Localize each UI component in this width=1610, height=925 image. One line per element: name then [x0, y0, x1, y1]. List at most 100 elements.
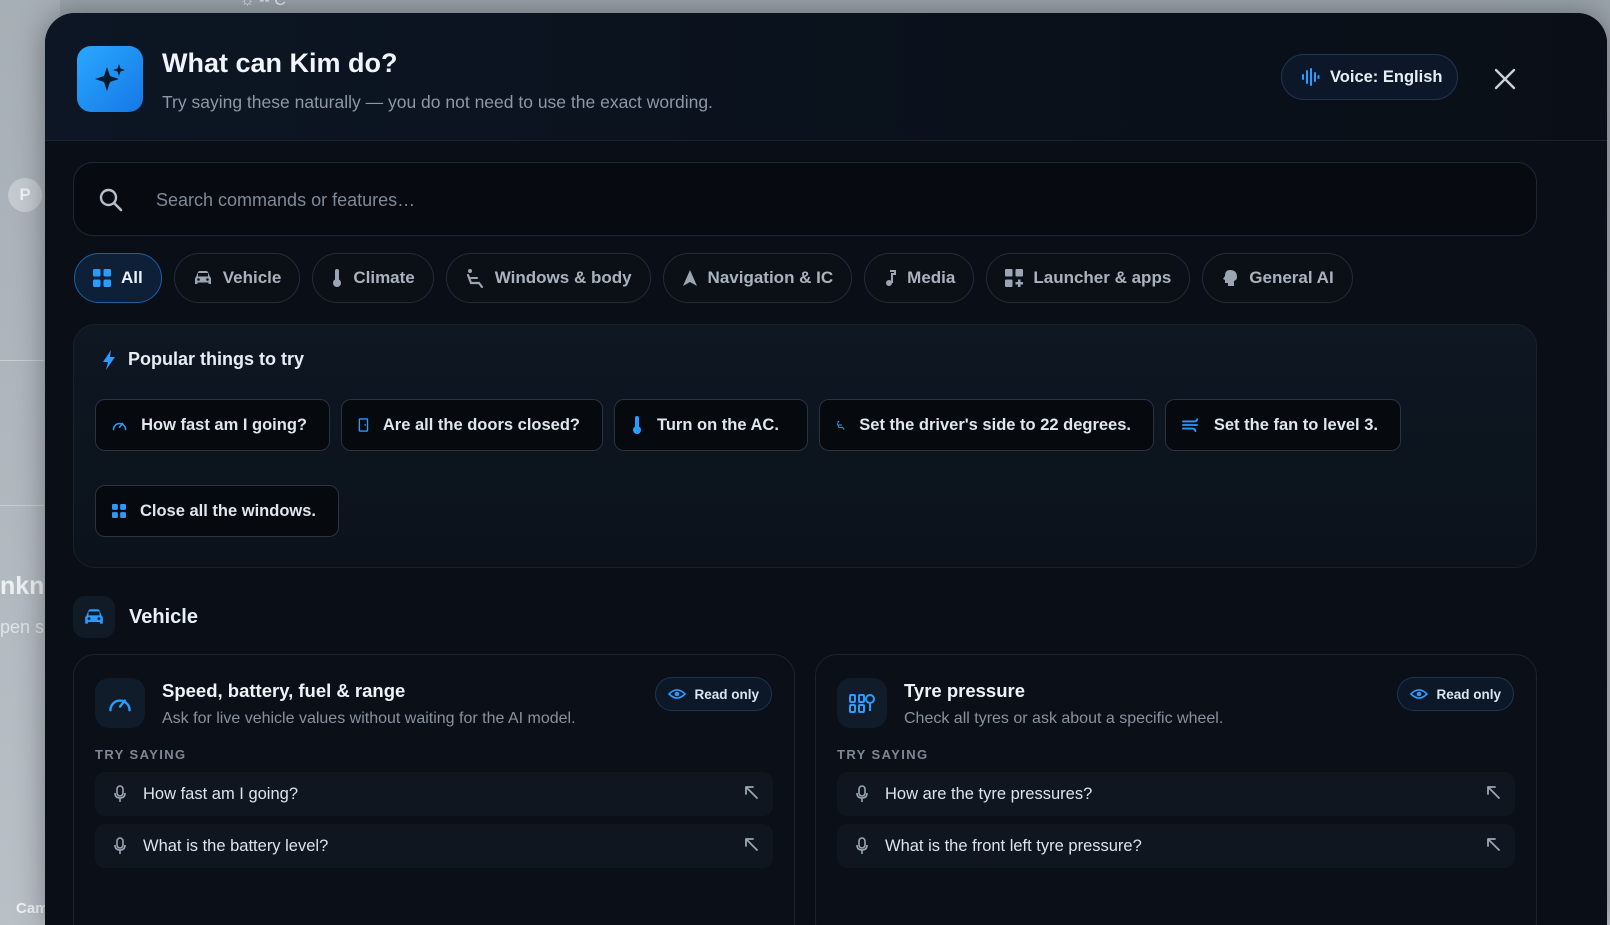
filter-chip-label: Windows & body [494, 268, 632, 287]
filter-chip-navigation[interactable]: Navigation & IC [662, 253, 853, 303]
filter-chip-media[interactable]: Media [864, 253, 975, 303]
voice-label: Voice: English [1330, 67, 1443, 86]
filter-chip-label: Navigation & IC [707, 268, 834, 287]
arrow-up-left-icon[interactable] [1485, 784, 1501, 800]
modal-title: What can Kim do? [162, 48, 398, 78]
category-filters: All Vehicle Climate Windows & body Navig… [74, 253, 1353, 303]
background-camera-label: Cam [16, 900, 49, 917]
filter-chip-label: General AI [1249, 268, 1334, 287]
microphone-icon [111, 785, 129, 803]
modal-header: What can Kim do? Try saying these natura… [45, 13, 1607, 141]
fan-icon [1182, 418, 1199, 433]
modal-subtitle: Try saying these naturally — you do not … [162, 92, 713, 112]
thermometer-icon [633, 416, 641, 434]
popular-commands-panel: Popular things to try How fast am I goin… [73, 324, 1537, 568]
microphone-icon [111, 837, 129, 855]
background-avatar: P [8, 178, 42, 212]
phrase-row[interactable]: How are the tyre pressures? [837, 772, 1515, 816]
phrase-text: How are the tyre pressures? [885, 784, 1093, 803]
car-icon [85, 609, 103, 624]
arrow-up-left-icon[interactable] [1485, 836, 1501, 852]
microphone-icon [853, 785, 871, 803]
eye-icon [1410, 689, 1429, 699]
card-title: Speed, battery, fuel & range [162, 680, 406, 701]
popular-heading: Popular things to try [102, 349, 304, 370]
background-divider [0, 360, 44, 361]
filter-chip-label: All [121, 268, 143, 287]
suggestion-label: Set the driver's side to 22 degrees. [859, 415, 1131, 434]
lightning-icon [103, 349, 115, 370]
suggestion-pill[interactable]: Close all the windows. [95, 485, 339, 537]
read-only-badge: Read only [1397, 677, 1514, 711]
feature-card-speed: Speed, battery, fuel & range Ask for liv… [73, 654, 795, 925]
suggestion-pill[interactable]: Set the driver's side to 22 degrees. [819, 399, 1154, 451]
seat-icon [836, 420, 845, 430]
windows-icon [112, 504, 126, 518]
filter-chip-label: Climate [353, 268, 415, 287]
grid-icon [93, 269, 111, 287]
feature-card-tyre-pressure: Tyre pressure Check all tyres or ask abo… [815, 654, 1537, 925]
assistant-logo [77, 46, 143, 112]
filter-chip-climate[interactable]: Climate [312, 253, 434, 303]
waveform-icon [1302, 68, 1320, 86]
phrase-text: How fast am I going? [143, 784, 298, 803]
section-title: Vehicle [129, 605, 198, 628]
filter-chip-label: Launcher & apps [1033, 268, 1172, 287]
card-description: Ask for live vehicle values without wait… [162, 710, 576, 727]
background-divider [0, 505, 44, 506]
apps-icon [1005, 269, 1024, 287]
background-status-text: ☼ -- C [240, 0, 286, 9]
suggestion-label: How fast am I going? [141, 415, 307, 434]
badge-label: Read only [694, 686, 759, 702]
help-modal: What can Kim do? Try saying these natura… [45, 13, 1607, 925]
phrase-row[interactable]: What is the battery level? [95, 824, 773, 868]
search-icon [99, 188, 123, 212]
filter-chip-launcher[interactable]: Launcher & apps [986, 253, 1191, 303]
suggestion-label: Set the fan to level 3. [1213, 415, 1378, 434]
try-saying-label: TRY SAYING [95, 747, 187, 762]
microphone-icon [853, 837, 871, 855]
card-icon [95, 678, 145, 728]
suggestion-label: Are all the doors closed? [382, 415, 580, 434]
try-saying-label: TRY SAYING [837, 747, 929, 762]
suggestion-pill[interactable]: Set the fan to level 3. [1165, 399, 1401, 451]
search-bar [73, 162, 1537, 237]
suggestion-pill[interactable]: How fast am I going? [95, 399, 330, 451]
car-icon [194, 271, 211, 284]
close-icon [1494, 68, 1516, 90]
suggestion-label: Turn on the AC. [657, 415, 779, 434]
arrow-up-left-icon[interactable] [743, 784, 759, 800]
tyre-icon [849, 694, 875, 713]
music-note-icon [886, 270, 897, 286]
filter-chip-vehicle[interactable]: Vehicle [173, 253, 301, 303]
suggestion-label: Close all the windows. [139, 501, 316, 520]
suggestion-pill[interactable]: Turn on the AC. [614, 399, 808, 451]
card-icon [837, 678, 887, 728]
filter-chip-label: Vehicle [222, 268, 282, 287]
brain-icon [1223, 270, 1238, 286]
read-only-badge: Read only [655, 677, 772, 711]
filter-chip-general-ai[interactable]: General AI [1202, 253, 1353, 303]
search-input[interactable] [154, 163, 1518, 237]
background-subtitle: pen s [0, 617, 45, 637]
speedometer-icon [109, 699, 131, 712]
navigation-icon [682, 270, 697, 286]
suggestion-pill[interactable]: Are all the doors closed? [341, 399, 603, 451]
close-button[interactable] [1491, 65, 1519, 93]
phrase-row[interactable]: What is the front left tyre pressure? [837, 824, 1515, 868]
voice-language-button[interactable]: Voice: English [1281, 54, 1458, 100]
filter-chip-windows-body[interactable]: Windows & body [445, 253, 651, 303]
card-description: Check all tyres or ask about a specific … [904, 710, 1224, 727]
speedometer-icon [112, 422, 127, 431]
background-title: nkn [0, 572, 45, 600]
filter-chip-all[interactable]: All [74, 253, 162, 303]
arrow-up-left-icon[interactable] [743, 836, 759, 852]
eye-icon [668, 689, 687, 699]
phrase-text: What is the front left tyre pressure? [885, 836, 1142, 855]
phrase-row[interactable]: How fast am I going? [95, 772, 773, 816]
filter-chip-label: Media [907, 268, 956, 287]
door-icon [358, 418, 369, 432]
section-header-vehicle: Vehicle [73, 596, 198, 638]
popular-title: Popular things to try [128, 349, 305, 369]
badge-label: Read only [1436, 686, 1501, 702]
